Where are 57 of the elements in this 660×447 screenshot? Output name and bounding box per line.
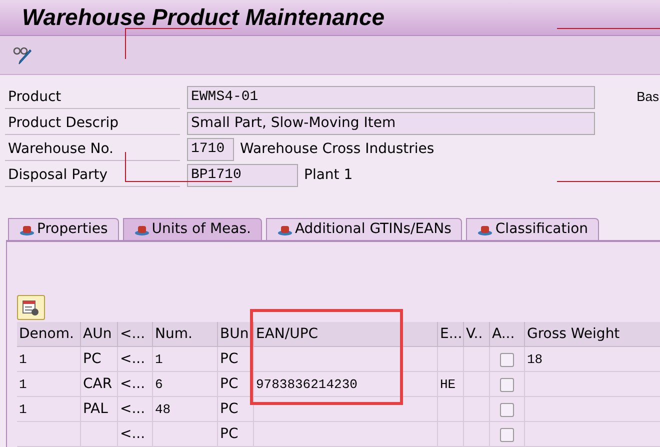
table-cell-text: PC xyxy=(220,375,238,394)
column-header[interactable]: V.. xyxy=(464,322,490,347)
table-cell-text: CAR xyxy=(83,375,112,394)
column-header[interactable]: EAN/UPC xyxy=(254,322,438,347)
column-header[interactable]: Num. xyxy=(153,322,218,347)
checkbox[interactable] xyxy=(500,378,514,392)
field-label: Warehouse No. xyxy=(5,137,180,161)
field-label: Disposal Party xyxy=(5,163,180,187)
column-header[interactable]: Gross Weight xyxy=(525,322,660,347)
hat-icon xyxy=(19,224,35,236)
field-label: Product xyxy=(5,85,180,109)
table-cell-text: 6 xyxy=(155,376,163,394)
field-label: Product Descrip xyxy=(5,111,180,135)
table-settings-icon xyxy=(22,300,40,316)
table-cell-text: PC xyxy=(220,350,238,369)
column-header[interactable]: AUn xyxy=(81,322,118,347)
checkbox[interactable] xyxy=(500,402,514,416)
table-cell-text: 1 xyxy=(19,376,27,394)
hat-icon xyxy=(477,224,494,236)
column-header[interactable]: <... xyxy=(118,322,153,347)
glasses-pencil-icon[interactable] xyxy=(12,45,34,65)
tab[interactable]: Additional GTINs/EANs xyxy=(266,218,462,240)
table-cell-text: 18 xyxy=(527,350,543,369)
window-title: Warehouse Product Maintenance xyxy=(22,3,385,32)
table-cell-text: HE xyxy=(440,376,456,394)
field-label: Bas xyxy=(636,88,659,106)
table-cell-text: <... xyxy=(120,400,146,419)
tab[interactable]: Units of Meas. xyxy=(122,218,262,240)
table-cell-text: 48 xyxy=(155,400,171,419)
column-header[interactable]: A... xyxy=(490,322,525,347)
input-field[interactable]: EWMS4-01 xyxy=(187,86,595,108)
input-field[interactable]: Small Part, Slow-Moving Item xyxy=(187,112,595,134)
field-description: Plant 1 xyxy=(304,166,353,184)
table-cell-text: PAL xyxy=(83,400,108,419)
table-cell-text: PC xyxy=(220,425,238,444)
hat-icon xyxy=(134,224,150,236)
table-cell-text: <... xyxy=(120,375,146,394)
column-header[interactable]: E... xyxy=(438,322,464,347)
table-cell-text: <... xyxy=(120,350,146,369)
table-cell-text: PC xyxy=(220,400,238,419)
layout-button[interactable] xyxy=(17,295,45,320)
table-cell-text: <... xyxy=(120,425,146,444)
hat-icon xyxy=(276,224,293,236)
checkbox[interactable] xyxy=(500,352,514,366)
table-cell-text: PC xyxy=(83,350,102,369)
checkbox[interactable] xyxy=(500,428,514,442)
table-cell-text: 1 xyxy=(155,350,163,369)
column-header[interactable]: Denom. xyxy=(17,322,81,347)
tab[interactable]: Properties xyxy=(8,218,119,240)
input-field[interactable]: BP1710 xyxy=(187,164,298,186)
table-cell-text: 9783836214230 xyxy=(256,376,358,394)
table-cell-text: 1 xyxy=(19,400,27,419)
input-field[interactable]: 1710 xyxy=(187,138,234,160)
field-description: Warehouse Cross Industries xyxy=(240,140,434,158)
column-header[interactable]: BUn xyxy=(218,322,254,347)
table-cell-text: 1 xyxy=(19,350,27,369)
tab[interactable]: Classification xyxy=(466,218,600,240)
